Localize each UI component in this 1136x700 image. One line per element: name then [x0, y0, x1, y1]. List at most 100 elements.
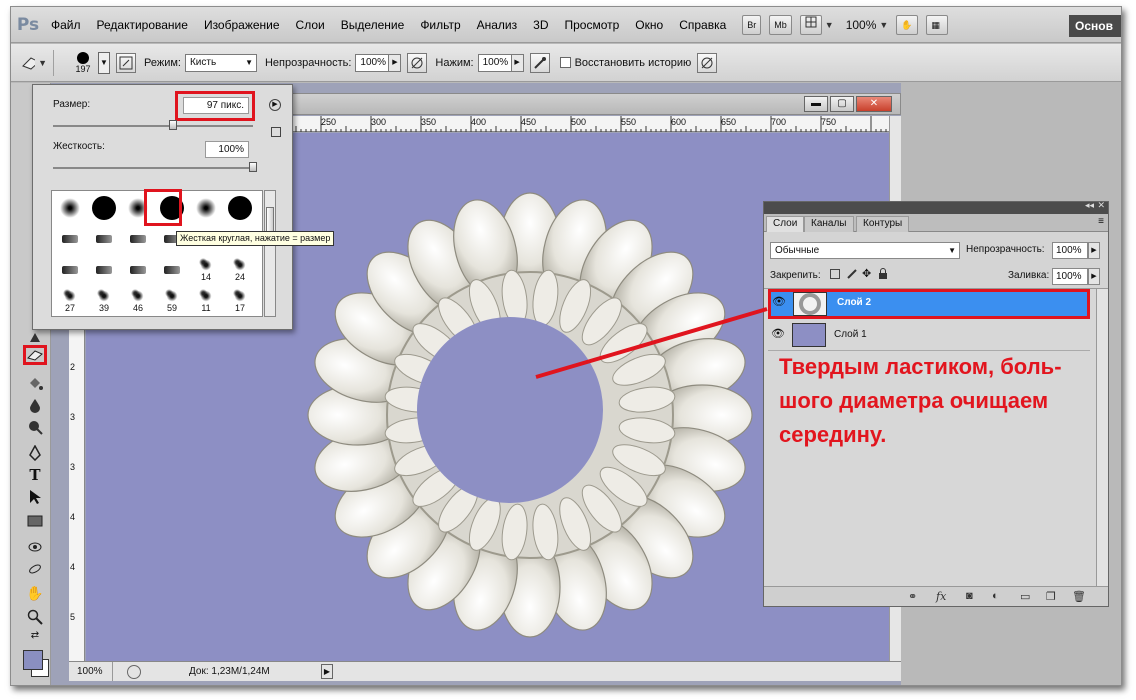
new-preset-button[interactable]	[271, 127, 281, 137]
tab-layers[interactable]: Слои	[766, 216, 805, 232]
brush-tip[interactable]	[156, 254, 188, 285]
fill-input[interactable]: 100%	[1052, 268, 1088, 285]
hardness-slider-track[interactable]	[53, 167, 253, 169]
close-button[interactable]: ✕	[856, 96, 892, 112]
brush-tip[interactable]	[88, 223, 120, 254]
menu-item[interactable]: Справка	[671, 7, 734, 43]
menu-item[interactable]: Выделение	[333, 7, 413, 43]
paint-bucket-tool[interactable]	[23, 373, 47, 393]
dodge-tool[interactable]	[23, 417, 47, 437]
hand-tool-button[interactable]: ✋	[896, 14, 919, 35]
layer-row-1[interactable]: 👁 Слой 1	[768, 321, 1090, 351]
link-layers-icon[interactable]: ⚭	[908, 590, 917, 603]
lock-move-icon[interactable]: ✥	[862, 267, 871, 280]
menu-item[interactable]: Слои	[288, 7, 333, 43]
panel-menu-button[interactable]: ▶	[269, 99, 281, 111]
brush-tip[interactable]	[122, 254, 154, 285]
size-input[interactable]: 97 пикс.	[183, 97, 249, 114]
path-selection-tool[interactable]	[23, 487, 47, 507]
flow-input[interactable]: 100%	[477, 53, 512, 72]
foreground-color-swatch[interactable]	[23, 650, 43, 670]
eye-icon[interactable]: 👁	[771, 295, 787, 311]
status-zoom[interactable]: 100%	[73, 662, 113, 681]
menu-item[interactable]: Фильтр	[412, 7, 468, 43]
hardness-slider-thumb[interactable]	[249, 162, 257, 172]
size-slider-track[interactable]	[53, 125, 253, 127]
panel-header[interactable]: ◂◂ ✕	[764, 200, 1108, 214]
pen-tool[interactable]	[23, 443, 47, 463]
mode-select[interactable]: Кисть ▼	[184, 53, 257, 72]
brush-tip[interactable]	[88, 192, 120, 223]
arrange-documents-button[interactable]: ▦	[926, 14, 949, 35]
brush-tip[interactable]: 39	[88, 285, 120, 316]
menu-item[interactable]: 3D	[525, 7, 556, 43]
brush-preview[interactable]: 197	[68, 51, 98, 74]
document-title-bar[interactable]: * ▬ ▢ ✕	[281, 93, 901, 115]
brush-tip[interactable]	[54, 223, 86, 254]
fx-icon[interactable]: fx	[936, 590, 946, 603]
menu-item[interactable]: Изображение	[196, 7, 288, 43]
eye-icon[interactable]: 👁	[770, 327, 786, 343]
menu-item[interactable]: Окно	[627, 7, 671, 43]
eraser-tool[interactable]	[23, 345, 47, 365]
hardness-input[interactable]: 100%	[205, 141, 249, 158]
brush-tip[interactable]: 46	[122, 285, 154, 316]
restore-history-checkbox[interactable]	[559, 57, 571, 68]
lock-transparent-icon[interactable]	[830, 269, 840, 279]
pressure-size-button[interactable]	[697, 52, 718, 73]
menu-item[interactable]: Редактирование	[89, 7, 196, 43]
brush-tip[interactable]	[190, 192, 222, 223]
maximize-button[interactable]: ▢	[830, 96, 854, 112]
menu-item[interactable]: Файл	[43, 7, 89, 43]
blend-mode-select[interactable]: Обычные ▼	[770, 242, 960, 259]
hand-tool[interactable]: ✋	[23, 583, 47, 603]
smudge-tool[interactable]	[23, 327, 47, 347]
status-menu-arrow[interactable]: ▶	[321, 664, 333, 679]
layer-opacity-input[interactable]: 100%	[1052, 242, 1088, 259]
tab-channels[interactable]: Каналы	[804, 216, 854, 232]
trash-icon[interactable]: 🗑	[1072, 590, 1086, 603]
brush-tip[interactable]	[224, 192, 256, 223]
zoom-tool[interactable]	[23, 607, 47, 627]
bridge-button[interactable]: Br	[742, 14, 762, 35]
lock-paint-icon[interactable]	[846, 268, 858, 280]
panel-menu-icon[interactable]: ≡	[1098, 216, 1104, 227]
type-tool[interactable]: T	[23, 465, 47, 485]
brush-tip[interactable]: 59	[156, 285, 188, 316]
workspace-button[interactable]: Основ	[1069, 15, 1121, 37]
brush-tip[interactable]: 27	[54, 285, 86, 316]
status-icon[interactable]	[127, 665, 141, 679]
brush-tip[interactable]	[122, 223, 154, 254]
eraser-tool-preset[interactable]: ▼	[21, 52, 47, 74]
pressure-opacity-button[interactable]	[407, 52, 428, 73]
size-slider-thumb[interactable]	[169, 120, 177, 130]
adjustment-layer-icon[interactable]: ◐	[992, 590, 999, 602]
brush-tip[interactable]: 17	[224, 285, 256, 316]
brush-grid-scrollbar[interactable]	[264, 190, 276, 317]
brush-tip[interactable]: 11	[190, 285, 222, 316]
rectangle-tool[interactable]	[23, 511, 47, 531]
fill-arrow[interactable]: ▶	[1088, 268, 1100, 285]
brush-picker-dropdown[interactable]: ▼	[98, 51, 110, 74]
add-mask-icon[interactable]: ◙	[966, 590, 973, 602]
blur-tool[interactable]	[23, 395, 47, 415]
layer-row-2[interactable]: 👁 Слой 2	[768, 289, 1090, 319]
menu-item[interactable]: Анализ	[469, 7, 526, 43]
brush-tip[interactable]: 24	[224, 254, 256, 285]
collapse-icon[interactable]: ◂◂	[1085, 200, 1094, 211]
close-panel-icon[interactable]: ✕	[1097, 200, 1105, 211]
airbrush-button[interactable]	[529, 52, 550, 73]
lock-all-icon[interactable]	[878, 268, 888, 280]
menu-item[interactable]: Просмотр	[556, 7, 627, 43]
opacity-input[interactable]: 100%	[355, 53, 390, 72]
tab-paths[interactable]: Контуры	[856, 216, 910, 232]
opacity-slider-button[interactable]: ▶	[389, 53, 402, 72]
brush-tip[interactable]	[54, 192, 86, 223]
chevron-down-icon[interactable]: ▼	[879, 20, 888, 30]
3d-rotate-tool[interactable]	[23, 537, 47, 557]
minibridge-button[interactable]: Mb	[769, 14, 792, 35]
swap-colors-button[interactable]: ⇄	[23, 629, 47, 641]
flow-slider-button[interactable]: ▶	[511, 53, 524, 72]
minimize-button[interactable]: ▬	[804, 96, 828, 112]
brush-tip[interactable]	[54, 254, 86, 285]
